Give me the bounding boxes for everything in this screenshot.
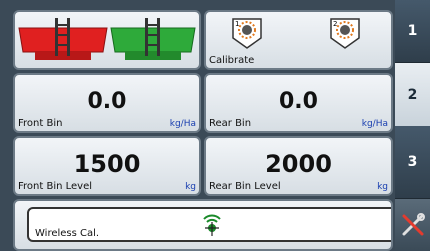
- front-bin-level-unit: kg: [185, 182, 196, 192]
- tab-3[interactable]: 3: [395, 126, 430, 199]
- spreader-disc-icon: 1: [232, 18, 262, 49]
- spreader-disc-icon: 2: [330, 18, 360, 49]
- front-bin-label: Front Bin: [18, 118, 63, 129]
- tab-1[interactable]: 1: [395, 0, 430, 63]
- wireless-cal-tile[interactable]: Wireless Cal.: [13, 199, 393, 251]
- front-bin-value: 0.0: [87, 89, 127, 114]
- tab-2-label: 2: [407, 86, 418, 103]
- rear-bin-label: Rear Bin: [209, 118, 252, 129]
- rear-bin-level-label: Rear Bin Level: [209, 181, 281, 192]
- bin-pair-icon: [18, 18, 196, 60]
- tools-icon: [402, 213, 425, 236]
- wireless-cal-label: Wireless Cal.: [35, 228, 100, 239]
- tab-2[interactable]: 2: [395, 63, 430, 126]
- tools-button[interactable]: [395, 199, 430, 251]
- rear-bin-tile[interactable]: 0.0 Rear Bin kg/Ha: [204, 73, 393, 133]
- front-bin-unit: kg/Ha: [169, 119, 196, 129]
- calibrate-label: Calibrate: [209, 55, 255, 66]
- front-bin-level-tile[interactable]: 1500 Front Bin Level kg: [13, 136, 201, 196]
- disc-badge-2: 2: [333, 20, 337, 28]
- front-bin-tile[interactable]: 0.0 Front Bin kg/Ha: [13, 73, 201, 133]
- rear-bin-level-tile[interactable]: 2000 Rear Bin Level kg: [204, 136, 393, 196]
- wireless-cal-frame: Wireless Cal.: [27, 207, 391, 242]
- tab-3-label: 3: [407, 154, 418, 170]
- front-bin-level-value: 1500: [73, 150, 141, 178]
- calibrate-tile[interactable]: 1 2 Calibrate: [204, 10, 393, 70]
- bins-tile[interactable]: [13, 10, 201, 70]
- front-bin-level-label: Front Bin Level: [18, 181, 93, 192]
- disc-badge-1: 1: [235, 20, 239, 28]
- rear-bin-level-unit: kg: [377, 182, 388, 192]
- rear-bin-level-value: 2000: [265, 150, 332, 178]
- rear-bin-unit: kg/Ha: [361, 119, 388, 129]
- rear-bin-value: 0.0: [279, 89, 318, 114]
- tab-1-label: 1: [407, 23, 418, 39]
- wireless-signal-icon: [203, 214, 221, 236]
